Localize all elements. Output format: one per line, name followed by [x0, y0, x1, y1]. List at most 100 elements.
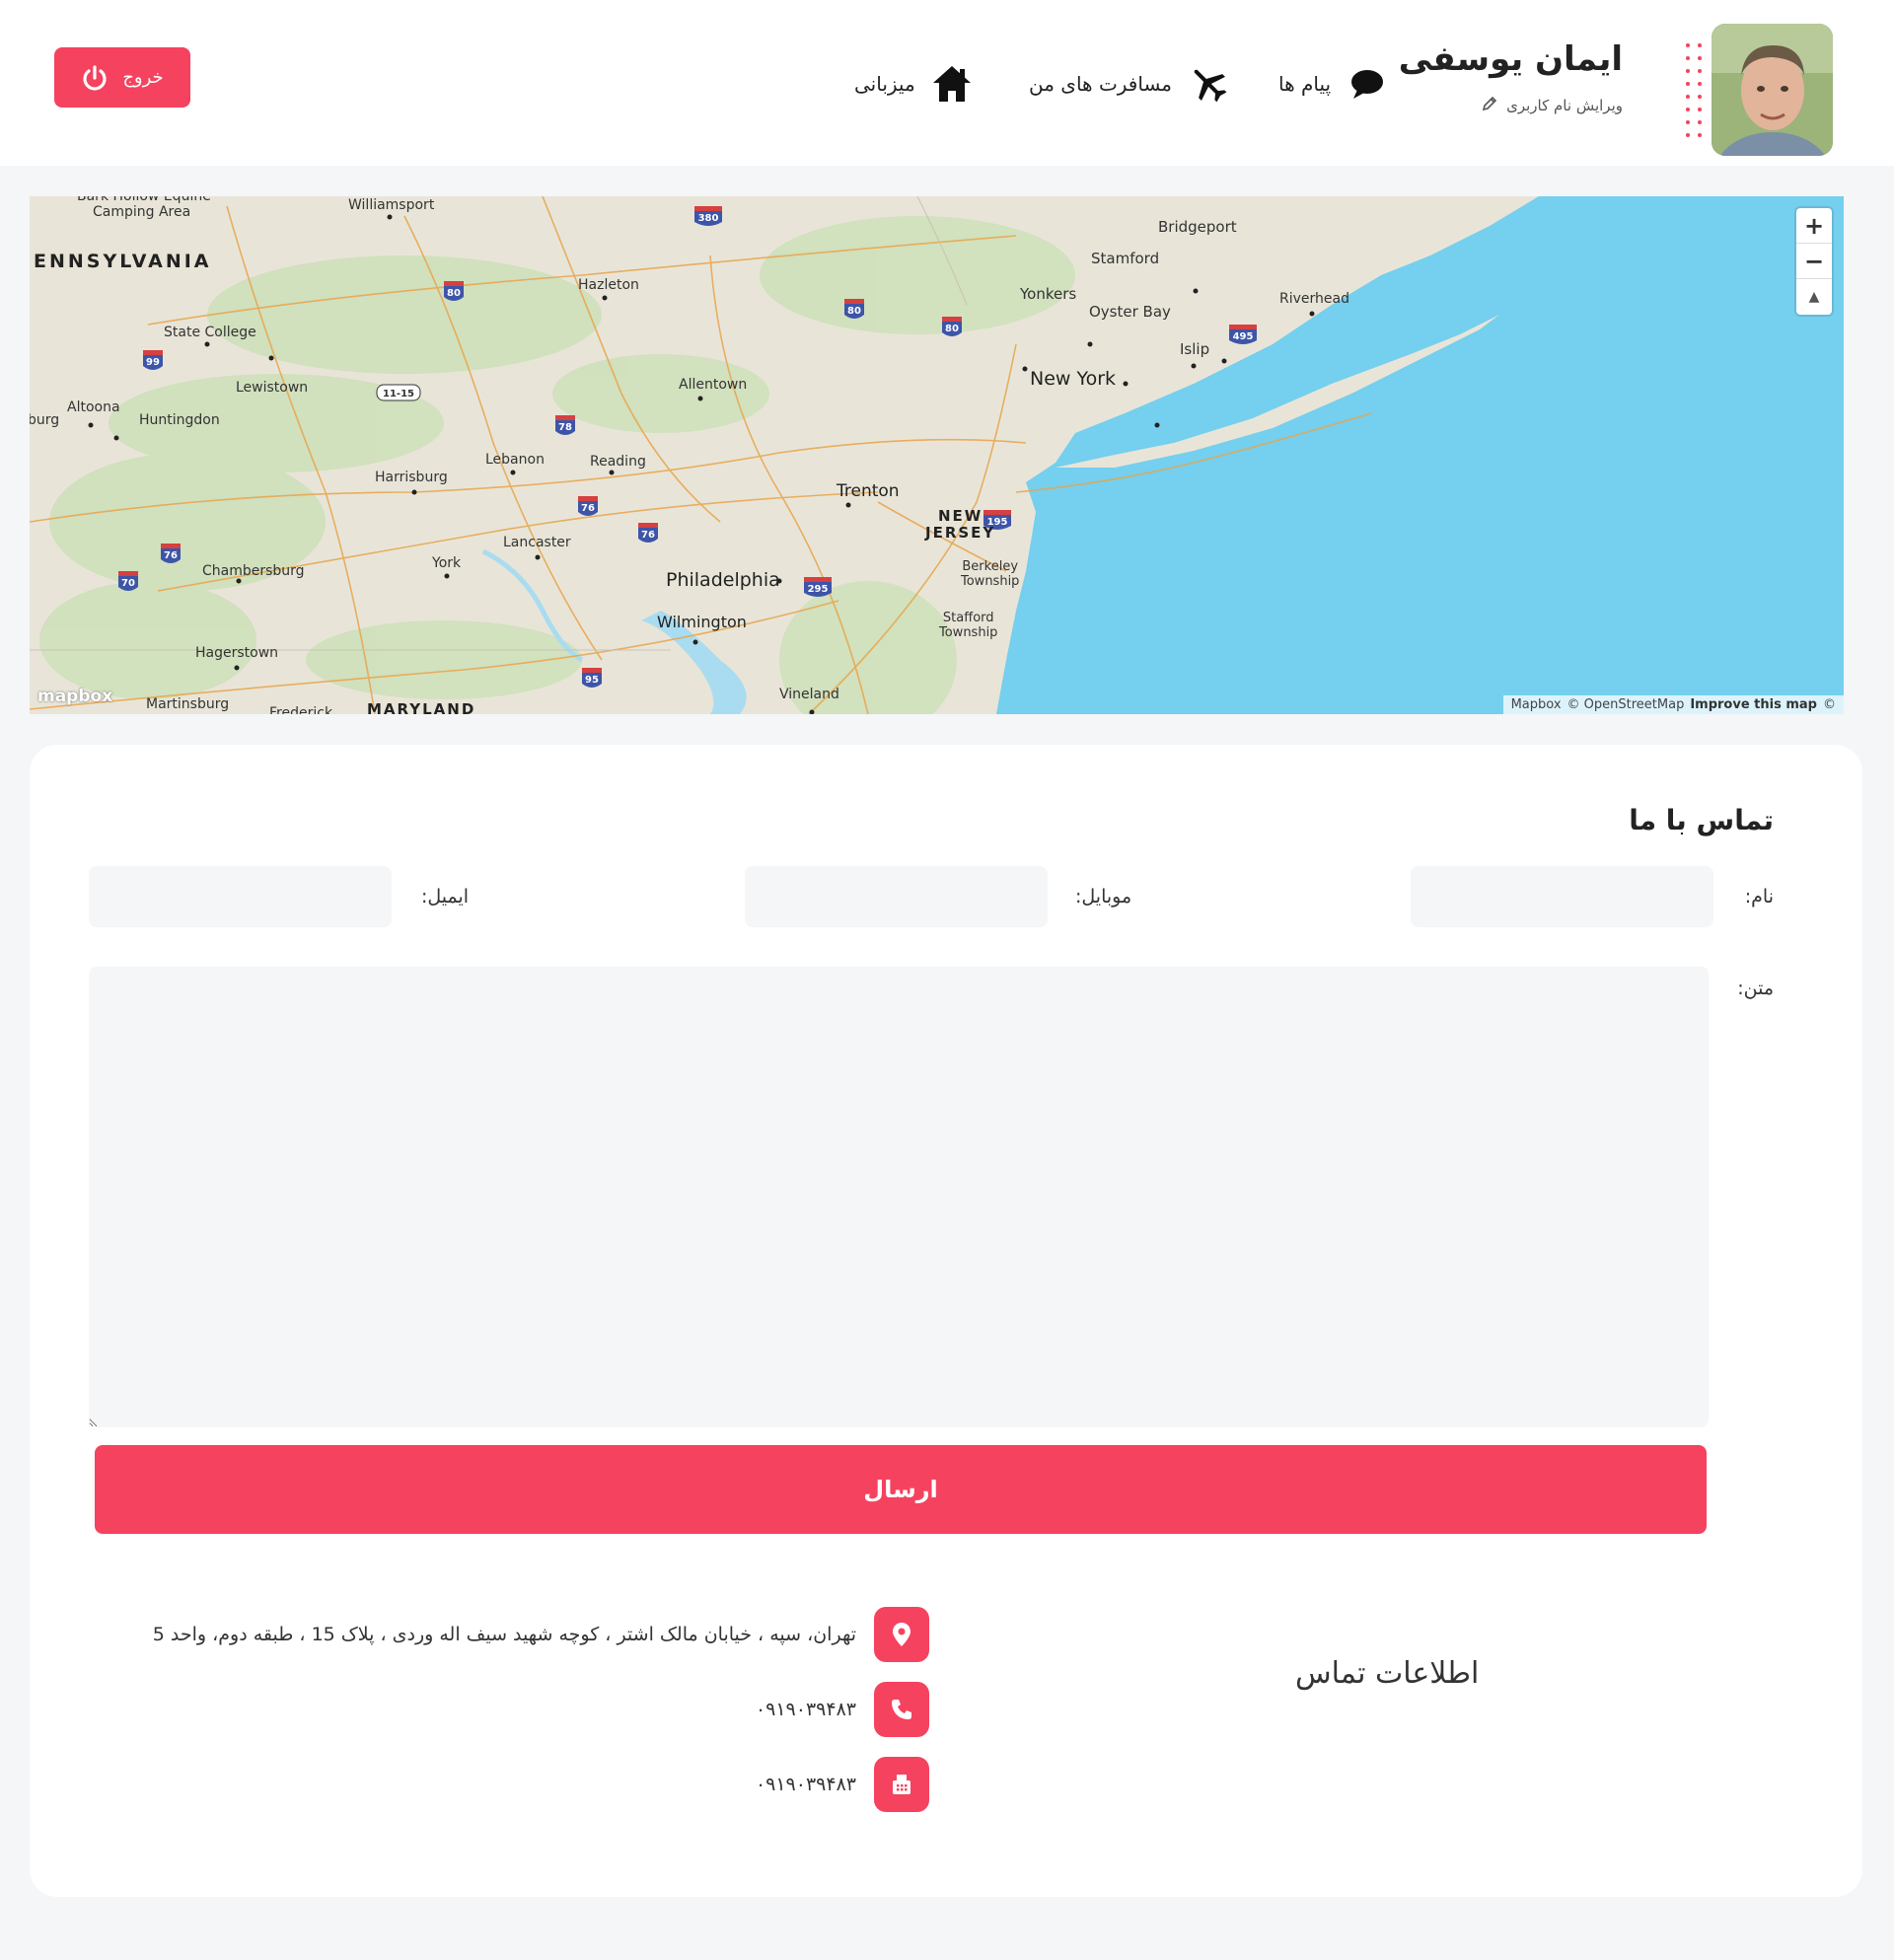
map-state-label: NEW JERSEY [925, 507, 996, 542]
map-label: Allentown [679, 377, 748, 393]
nav-host-label: میزبانی [854, 72, 915, 96]
map-label: Lebanon [485, 452, 545, 468]
attribution-mapbox-link[interactable]: Mapbox [1511, 697, 1562, 712]
name-field[interactable] [1411, 866, 1713, 927]
attribution-osm-link[interactable]: © OpenStreetMap [1567, 697, 1685, 712]
map-label: Wilmington [657, 613, 747, 631]
contact-title: تماس با ما [1629, 804, 1774, 836]
pencil-icon [1481, 95, 1498, 116]
logout-button[interactable]: خروج [54, 47, 190, 108]
svg-text:70: 70 [121, 578, 135, 589]
map-state-label: MARYLAND [367, 700, 476, 715]
chat-bubble-icon [1345, 61, 1390, 107]
map-label: Islip [1180, 340, 1210, 358]
nav-trips-label: مسافرت های من [1029, 72, 1173, 96]
map-label: Stamford [1091, 250, 1160, 267]
map-label: Hagerstown [195, 645, 279, 661]
map-label: Martinsburg [146, 696, 230, 712]
nav-trips[interactable]: مسافرت های من [1029, 61, 1231, 107]
fax-icon [874, 1757, 929, 1812]
svg-text:76: 76 [641, 530, 655, 541]
map-label: Harrisburg [375, 470, 448, 485]
map-label: Yonkers [1020, 285, 1077, 303]
logout-label: خروج [122, 67, 164, 88]
profile-name: ایمان یوسفی [1398, 39, 1623, 79]
map-label: Huntingdon [139, 412, 220, 428]
map-label: Oyster Bay [1089, 303, 1171, 321]
mobile-field[interactable] [745, 866, 1048, 927]
top-header: خروج میزبانی مسافرت های من پیام ها ایمان… [0, 0, 1894, 166]
map-label: Vineland [779, 687, 839, 702]
map-attribution: Mapbox © OpenStreetMap Improve this map … [1502, 695, 1844, 714]
contact-info-title: اطلاعات تماس [1295, 1656, 1480, 1691]
svg-text:380: 380 [698, 213, 719, 224]
fax-row: ۰۹۱۹۰۳۹۴۸۳ [756, 1757, 929, 1812]
map-label: Frederick [269, 705, 333, 714]
improve-map-link[interactable]: Improve this map [1690, 697, 1817, 712]
mapbox-logo[interactable]: mapbox [37, 687, 112, 706]
phone-icon [874, 1682, 929, 1737]
power-icon [81, 64, 109, 92]
zoom-in-button[interactable]: + [1796, 208, 1832, 244]
map-label: Lewistown [236, 380, 309, 396]
nav-messages[interactable]: پیام ها [1278, 61, 1390, 107]
avatar[interactable] [1712, 24, 1833, 156]
svg-text:76: 76 [164, 550, 178, 561]
airplane-icon [1186, 61, 1231, 107]
map-label: Camping Area [93, 204, 191, 220]
map-label: Williamsport [348, 197, 435, 213]
map-label: York [432, 555, 462, 571]
svg-text:78: 78 [558, 422, 572, 433]
svg-text:80: 80 [847, 306, 861, 317]
map-label: State College [164, 325, 256, 340]
name-label: نام: [1744, 886, 1774, 907]
map-label: Hazleton [578, 277, 639, 293]
map-state-label: ENNSYLVANIA [34, 251, 212, 272]
message-textarea[interactable] [89, 967, 1709, 1427]
svg-text:99: 99 [146, 357, 160, 368]
svg-text:80: 80 [945, 324, 959, 334]
svg-text:80: 80 [447, 288, 461, 299]
map-label: Riverhead [1279, 291, 1349, 307]
zoom-out-button[interactable]: − [1796, 244, 1832, 279]
map-label: Altoona [67, 399, 120, 415]
map-label: Lancaster [503, 535, 571, 550]
map-label: Bark Hollow Equine [77, 196, 211, 204]
fax-text: ۰۹۱۹۰۳۹۴۸۳ [755, 1774, 856, 1795]
svg-text:495: 495 [1233, 331, 1254, 342]
info-icon[interactable]: © [1823, 697, 1836, 712]
svg-text:76: 76 [581, 503, 595, 514]
nav-messages-label: پیام ها [1278, 72, 1332, 96]
nav-host[interactable]: میزبانی [854, 61, 975, 107]
map-label: Stafford Township [939, 611, 998, 640]
address-text: تهران، سپه ، خیابان مالک اشتر ، کوچه شهی… [152, 1624, 856, 1645]
map-canvas[interactable]: 380 80 80 80 99 11-15 78 76 76 76 70 295… [30, 196, 1844, 714]
map-label: Berkeley Township [961, 559, 1020, 589]
decorative-dots [1684, 41, 1706, 140]
email-field[interactable] [89, 866, 392, 927]
phone-row: ۰۹۱۹۰۳۹۴۸۳ [756, 1682, 929, 1737]
svg-text:11-15: 11-15 [383, 389, 414, 399]
email-label: ایمیل: [421, 886, 470, 907]
svg-text:295: 295 [808, 584, 829, 595]
edit-username-label: ویرایش نام کاربری [1506, 97, 1623, 114]
map-label: burg [30, 412, 60, 428]
submit-button[interactable]: ارسال [95, 1445, 1707, 1534]
edit-username-link[interactable]: ویرایش نام کاربری [1481, 95, 1623, 116]
mobile-label: موبایل: [1075, 886, 1132, 907]
contact-card: تماس با ما نام: موبایل: ایمیل: متن: ارسا… [30, 745, 1862, 1897]
text-label: متن: [1737, 978, 1774, 999]
compass-icon[interactable]: ▲ [1796, 279, 1832, 315]
phone-text: ۰۹۱۹۰۳۹۴۸۳ [755, 1699, 856, 1720]
map-controls: + − ▲ [1796, 208, 1832, 315]
address-row: تهران، سپه ، خیابان مالک اشتر ، کوچه شهی… [153, 1607, 929, 1662]
map-label: Reading [590, 454, 646, 470]
map-label: Bridgeport [1158, 218, 1237, 236]
location-pin-icon [874, 1607, 929, 1662]
map-label: New York [1030, 368, 1117, 390]
home-icon [929, 61, 975, 107]
svg-text:95: 95 [585, 675, 599, 686]
map-label: Chambersburg [202, 563, 305, 579]
map[interactable]: 380 80 80 80 99 11-15 78 76 76 76 70 295… [30, 196, 1844, 714]
map-label: Philadelphia [666, 569, 780, 591]
